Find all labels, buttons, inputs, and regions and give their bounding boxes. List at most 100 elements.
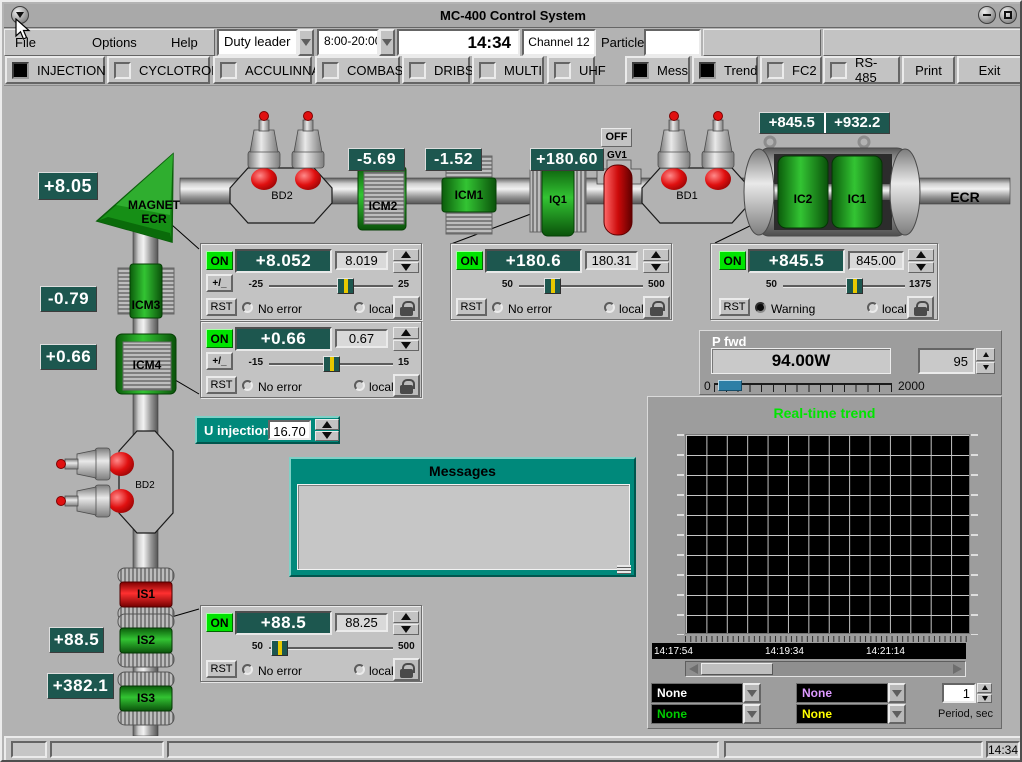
trend-scrollbar[interactable] <box>685 661 966 677</box>
spin-up-button[interactable] <box>908 249 934 261</box>
trend-channel-select-4[interactable]: None <box>796 704 906 724</box>
spin-up-button[interactable] <box>393 327 419 339</box>
selected-value[interactable]: None <box>796 704 888 724</box>
trend-chart[interactable] <box>685 434 970 634</box>
plus-minus-button[interactable]: +/_ <box>206 274 233 292</box>
lock-button[interactable] <box>643 296 670 319</box>
error-radio[interactable] <box>242 664 253 675</box>
error-radio[interactable] <box>242 380 253 391</box>
vessel-bd1[interactable] <box>642 112 750 224</box>
lock-button[interactable] <box>393 296 420 319</box>
scroll-left-icon[interactable] <box>689 664 698 674</box>
slider-track[interactable] <box>269 285 393 288</box>
p-fwd-spin-field[interactable]: 95 <box>918 348 975 374</box>
setpoint-field[interactable]: 0.67 <box>335 329 388 348</box>
spin-down-button[interactable] <box>908 262 934 274</box>
p-fwd-spinner[interactable] <box>976 348 995 374</box>
trend-channel-select-1[interactable]: None <box>651 683 761 703</box>
valve-icon[interactable] <box>292 112 324 191</box>
dropdown-button[interactable] <box>743 704 761 724</box>
slider-track[interactable] <box>269 363 393 366</box>
scroll-right-icon[interactable] <box>953 664 962 674</box>
on-button[interactable]: ON <box>456 251 483 270</box>
lock-button[interactable] <box>907 296 934 319</box>
resize-grip-icon[interactable] <box>617 565 631 574</box>
dropdown-button[interactable] <box>888 683 906 703</box>
spin-up-button[interactable] <box>976 348 995 361</box>
rst-button[interactable]: RST <box>719 298 750 316</box>
slider-handle[interactable] <box>846 278 863 294</box>
p-fwd-slider-handle[interactable] <box>718 380 742 391</box>
valve-icon[interactable] <box>248 112 280 191</box>
selected-value[interactable]: None <box>796 683 888 703</box>
scrollbar-thumb[interactable] <box>701 663 773 675</box>
spin-down-button[interactable] <box>393 624 419 636</box>
spinner[interactable] <box>393 249 419 273</box>
lock-button[interactable] <box>393 658 420 681</box>
setpoint-field[interactable]: 88.25 <box>335 613 388 632</box>
messages-list[interactable] <box>297 484 630 570</box>
gv1-off-button[interactable]: OFF <box>601 128 632 147</box>
dropdown-button[interactable] <box>743 683 761 703</box>
plus-minus-button[interactable]: +/_ <box>206 352 233 370</box>
vessel-bd2-top[interactable] <box>230 112 332 224</box>
spin-up-button[interactable] <box>315 419 339 430</box>
valve-icon[interactable] <box>658 112 690 191</box>
slider-handle[interactable] <box>271 640 288 656</box>
error-radio[interactable] <box>492 302 503 313</box>
setpoint-field[interactable]: 845.00 <box>848 251 904 270</box>
slider-handle[interactable] <box>337 278 354 294</box>
trend-channel-select-2[interactable]: None <box>651 704 761 724</box>
slider-track[interactable] <box>783 285 905 288</box>
ic-cylinder[interactable] <box>744 137 920 236</box>
setpoint-field[interactable]: 8.019 <box>335 251 388 270</box>
spin-down-button[interactable] <box>977 694 992 704</box>
warning-radio[interactable] <box>755 302 766 313</box>
rst-button[interactable]: RST <box>206 298 237 316</box>
spin-up-button[interactable] <box>977 683 992 693</box>
rst-button[interactable]: RST <box>206 660 237 678</box>
trend-channel-select-3[interactable]: None <box>796 683 906 703</box>
period-spinner[interactable] <box>977 683 992 703</box>
spin-down-button[interactable] <box>976 362 995 375</box>
period-input[interactable]: 1 <box>942 683 976 703</box>
spinner[interactable] <box>908 249 934 273</box>
spin-down-button[interactable] <box>393 262 419 274</box>
on-button[interactable]: ON <box>719 251 746 270</box>
spin-up-button[interactable] <box>643 249 669 261</box>
dropdown-button[interactable] <box>888 704 906 724</box>
valve-icon[interactable] <box>57 448 135 480</box>
slider-handle[interactable] <box>544 278 561 294</box>
selected-value[interactable]: None <box>651 704 743 724</box>
selected-value[interactable]: None <box>651 683 743 703</box>
icm2-device[interactable] <box>358 166 406 230</box>
local-radio[interactable] <box>354 380 365 391</box>
local-radio[interactable] <box>354 664 365 675</box>
local-radio[interactable] <box>354 302 365 313</box>
spin-up-button[interactable] <box>393 611 419 623</box>
local-radio[interactable] <box>867 302 878 313</box>
spin-up-button[interactable] <box>393 249 419 261</box>
local-radio[interactable] <box>604 302 615 313</box>
u-injection-value[interactable]: 16.70 <box>268 420 311 440</box>
setpoint-field[interactable]: 180.31 <box>585 251 638 270</box>
slider-track[interactable] <box>519 285 643 288</box>
on-button[interactable]: ON <box>206 613 233 632</box>
spinner[interactable] <box>643 249 669 273</box>
rst-button[interactable]: RST <box>456 298 487 316</box>
u-injection-spinner[interactable] <box>315 419 339 441</box>
valve-icon[interactable] <box>702 112 734 191</box>
lock-icon <box>914 307 927 316</box>
error-radio[interactable] <box>242 302 253 313</box>
rst-button[interactable]: RST <box>206 376 237 394</box>
spin-down-button[interactable] <box>393 340 419 352</box>
on-button[interactable]: ON <box>206 251 233 270</box>
spinner[interactable] <box>393 327 419 351</box>
slider-track[interactable] <box>269 647 393 650</box>
lock-button[interactable] <box>393 374 420 397</box>
slider-handle[interactable] <box>323 356 340 372</box>
spin-down-button[interactable] <box>315 431 339 442</box>
on-button[interactable]: ON <box>206 329 233 348</box>
spin-down-button[interactable] <box>643 262 669 274</box>
spinner[interactable] <box>393 611 419 635</box>
